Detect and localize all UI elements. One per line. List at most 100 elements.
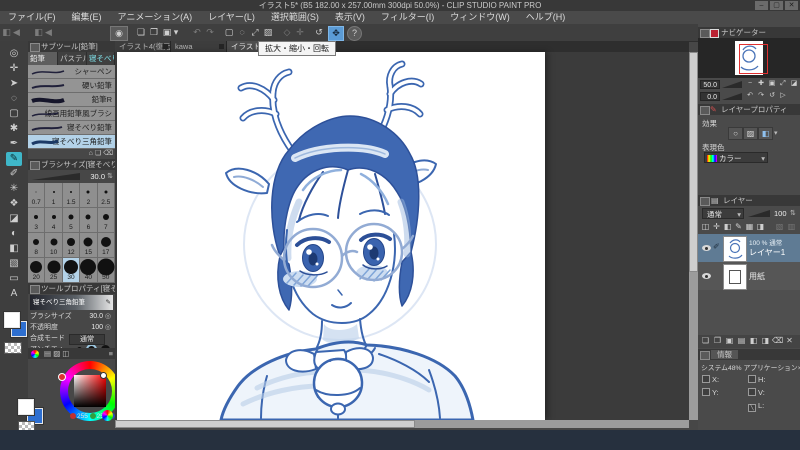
lasso-tool-icon[interactable]: ◌ bbox=[6, 92, 22, 106]
tab-close-icon[interactable] bbox=[219, 44, 224, 49]
airbrush-tool-icon[interactable]: ✳ bbox=[6, 182, 22, 196]
size-cell[interactable]: 12 bbox=[62, 233, 81, 258]
subtool-tab-pastel[interactable]: パステル bbox=[58, 52, 87, 65]
vertical-scroll-thumb[interactable] bbox=[689, 52, 698, 272]
selection-tool-icon[interactable]: ▢ bbox=[6, 107, 22, 121]
dock-arrow-icon[interactable]: ◀ bbox=[12, 26, 21, 39]
paper-thumbnail[interactable] bbox=[723, 264, 747, 290]
layer-opacity-value[interactable]: 100 bbox=[774, 209, 787, 218]
size-cell-selected[interactable]: 30 bbox=[62, 258, 81, 283]
delete-subtool-icon[interactable]: ⌫ bbox=[103, 150, 113, 157]
flip-icon[interactable]: ◪ bbox=[789, 79, 799, 88]
marquee-select-button[interactable]: ▢ bbox=[222, 26, 236, 39]
checkbox-icon[interactable] bbox=[702, 375, 710, 383]
border-effect-icon[interactable]: ○ bbox=[728, 127, 743, 140]
dock-collapse-icon[interactable]: ◧ bbox=[2, 26, 11, 39]
lasso-select-button[interactable]: ◌ bbox=[235, 26, 249, 39]
saturation-value-square[interactable] bbox=[74, 375, 106, 407]
brush-item[interactable]: シャーペン bbox=[28, 65, 115, 79]
pressure-icon[interactable]: ◎ bbox=[105, 323, 111, 333]
clip-mask-icon[interactable]: ◫ bbox=[700, 221, 711, 232]
delete-layer-icon[interactable]: ⌫ bbox=[772, 335, 783, 346]
rotation-slider[interactable] bbox=[722, 93, 742, 100]
navigator-preview[interactable] bbox=[698, 38, 800, 78]
layer-opacity-slider[interactable] bbox=[748, 210, 770, 217]
panel-collapse-icon[interactable] bbox=[30, 43, 40, 52]
tab-kawa[interactable]: kawa bbox=[171, 41, 227, 52]
zoom-slider[interactable] bbox=[722, 81, 742, 88]
new-folder-icon[interactable]: ❐ bbox=[712, 335, 723, 346]
opacity-spinner-icon[interactable]: ⇅ bbox=[790, 209, 796, 217]
pen-tool-icon[interactable]: ✒ bbox=[6, 137, 22, 151]
magnifier-tool-icon[interactable]: ◎ bbox=[6, 47, 22, 61]
clear-layer-icon[interactable]: ✕ bbox=[784, 335, 795, 346]
horizontal-scrollbar[interactable] bbox=[115, 420, 689, 428]
brush-item[interactable]: 硬い鉛筆 bbox=[28, 79, 115, 93]
panel-collapse-icon[interactable] bbox=[700, 197, 710, 206]
tone-effect-icon[interactable]: ▨ bbox=[743, 127, 758, 140]
dock-arrow2-icon[interactable]: ◀ bbox=[44, 26, 53, 39]
brush-item-selected[interactable]: 寝そべり三角鉛筆 bbox=[28, 135, 115, 149]
layer-name[interactable]: レイヤー1 bbox=[749, 247, 785, 258]
size-cell[interactable]: 2.5 bbox=[97, 183, 115, 208]
diagonal-icon[interactable]: ╲ bbox=[748, 404, 756, 412]
reset-view-icon[interactable]: ▷ bbox=[778, 91, 788, 100]
brush-item[interactable]: 寝そべり鉛筆 bbox=[28, 121, 115, 135]
color-wheel-tab-icon[interactable] bbox=[31, 350, 39, 358]
zoom-100-icon[interactable]: ▣ bbox=[767, 79, 777, 88]
brush-item[interactable]: 鉛筆R bbox=[28, 93, 115, 107]
open-file-button[interactable]: ❐ bbox=[147, 26, 161, 39]
info-tab[interactable]: 情報 bbox=[711, 350, 738, 359]
visibility-eye-icon[interactable] bbox=[702, 273, 711, 279]
expression-color-select[interactable]: カラー ▾ bbox=[704, 152, 768, 163]
size-cell[interactable]: 15 bbox=[80, 233, 98, 258]
size-cell[interactable]: 6 bbox=[80, 208, 98, 233]
blend-tool-icon[interactable]: ◐ bbox=[6, 227, 22, 241]
fill-tool-icon[interactable]: ◧ bbox=[6, 242, 22, 256]
visibility-eye-icon[interactable] bbox=[702, 245, 711, 251]
size-cell[interactable]: 3 bbox=[28, 208, 46, 233]
dock-collapse2-icon[interactable]: ◧ bbox=[34, 26, 43, 39]
menu-window[interactable]: ウィンドウ(W) bbox=[442, 12, 518, 22]
size-cell[interactable]: 1.5 bbox=[62, 183, 81, 208]
menu-file[interactable]: ファイル(F) bbox=[0, 12, 64, 22]
size-cell[interactable]: 4 bbox=[45, 208, 63, 233]
canvas-area[interactable] bbox=[115, 52, 689, 422]
layer-color-icon[interactable]: ◧ bbox=[758, 127, 773, 140]
tab-close-icon[interactable] bbox=[163, 44, 168, 49]
color-tab-icon[interactable]: ▤ bbox=[44, 349, 51, 358]
text-tool-icon[interactable]: A bbox=[6, 287, 22, 301]
lock-alpha-icon[interactable]: ◧ bbox=[722, 221, 733, 232]
zoom-value[interactable]: 50.0 bbox=[700, 80, 720, 89]
size-cell[interactable]: 25 bbox=[45, 258, 63, 283]
canvas-page[interactable] bbox=[117, 52, 545, 422]
rotate-right-icon[interactable]: ↷ bbox=[756, 91, 766, 100]
size-cell[interactable]: 2 bbox=[80, 183, 98, 208]
effect-dropdown-icon[interactable]: ▾ bbox=[774, 129, 778, 137]
menu-filter[interactable]: フィルター(I) bbox=[373, 12, 442, 22]
navigator-view-rect[interactable] bbox=[739, 44, 768, 74]
maximize-button[interactable]: ▢ bbox=[770, 1, 783, 10]
panel-collapse-icon[interactable] bbox=[700, 351, 710, 360]
menu-selection[interactable]: 選択範囲(S) bbox=[263, 12, 327, 22]
deselect-button[interactable]: ▨ bbox=[261, 26, 275, 39]
decoration-tool-icon[interactable]: ❖ bbox=[6, 197, 22, 211]
layer-thumbnail[interactable] bbox=[723, 236, 747, 262]
size-cell[interactable]: 1 bbox=[45, 183, 63, 208]
move-tool-icon[interactable]: ✛ bbox=[6, 62, 22, 76]
pressure-icon[interactable]: ◎ bbox=[105, 312, 111, 322]
operation-tool-icon[interactable]: ➤ bbox=[6, 77, 22, 91]
brush-tool-icon[interactable]: ✐ bbox=[6, 167, 22, 181]
pen-icon[interactable]: ✎ bbox=[106, 295, 111, 310]
new-layer-icon[interactable]: ❏ bbox=[700, 335, 711, 346]
pencil-tool-icon[interactable]: ✎ bbox=[6, 152, 22, 166]
duplicate-layer-icon[interactable]: ▣ bbox=[724, 335, 735, 346]
new-subtool-icon[interactable]: ❏ bbox=[95, 150, 101, 157]
draft-layer-icon[interactable]: ✎ bbox=[733, 221, 744, 232]
checkbox-icon[interactable] bbox=[748, 375, 756, 383]
size-cell[interactable]: 10 bbox=[45, 233, 63, 258]
wand-tool-icon[interactable]: ✱ bbox=[6, 122, 22, 136]
menu-layer[interactable]: レイヤー(L) bbox=[200, 12, 263, 22]
panel-collapse-icon[interactable] bbox=[700, 106, 710, 115]
main-color-swatch[interactable] bbox=[4, 312, 20, 328]
